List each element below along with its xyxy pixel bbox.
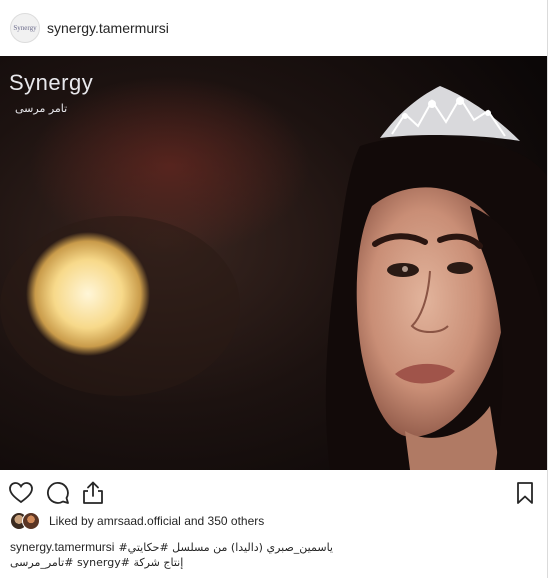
likes-prefix: Liked by xyxy=(49,514,98,528)
watermark-main: Synergy xyxy=(9,70,94,95)
bookmark-icon[interactable] xyxy=(512,480,538,506)
likes-suffix[interactable]: and 350 others xyxy=(181,514,264,528)
post-caption: synergy.tamermursi ياسمين_صبري (داليدا) … xyxy=(10,540,540,570)
caption-line-1: synergy.tamermursi ياسمين_صبري (داليدا) … xyxy=(10,540,540,555)
caption-line-2: إنتاج شركة #synergy #تامر_مرسى xyxy=(10,556,184,569)
post-border xyxy=(547,0,548,578)
comment-icon[interactable] xyxy=(45,480,71,506)
heart-icon[interactable] xyxy=(8,480,34,506)
liker-avatars xyxy=(10,512,44,530)
synergy-watermark: Synergy تامر مرسى xyxy=(9,70,93,115)
profile-avatar[interactable]: Synergy xyxy=(10,13,40,43)
post-photo[interactable]: Synergy تامر مرسى xyxy=(0,56,547,470)
share-icon[interactable] xyxy=(80,480,106,506)
liker-avatar[interactable] xyxy=(22,512,40,530)
caption-text-1: ياسمين_صبري (داليدا) من مسلسل #حكايتي# xyxy=(118,541,333,554)
action-bar xyxy=(0,470,547,514)
portrait-photo xyxy=(0,56,547,470)
post-header: Synergy synergy.tamermursi xyxy=(0,0,547,56)
caption-username[interactable]: synergy.tamermursi xyxy=(10,540,114,555)
post-username[interactable]: synergy.tamermursi xyxy=(47,20,169,36)
likes-summary: Liked by amrsaad.official and 350 others xyxy=(10,511,264,531)
likes-text: Liked by amrsaad.official and 350 others xyxy=(49,514,264,528)
avatar-label: Synergy xyxy=(13,24,37,32)
instagram-post: Synergy synergy.tamermursi Synergy تامر … xyxy=(0,0,550,578)
watermark-sub: تامر مرسى xyxy=(15,102,68,115)
liker-username[interactable]: amrsaad.official xyxy=(97,514,181,528)
